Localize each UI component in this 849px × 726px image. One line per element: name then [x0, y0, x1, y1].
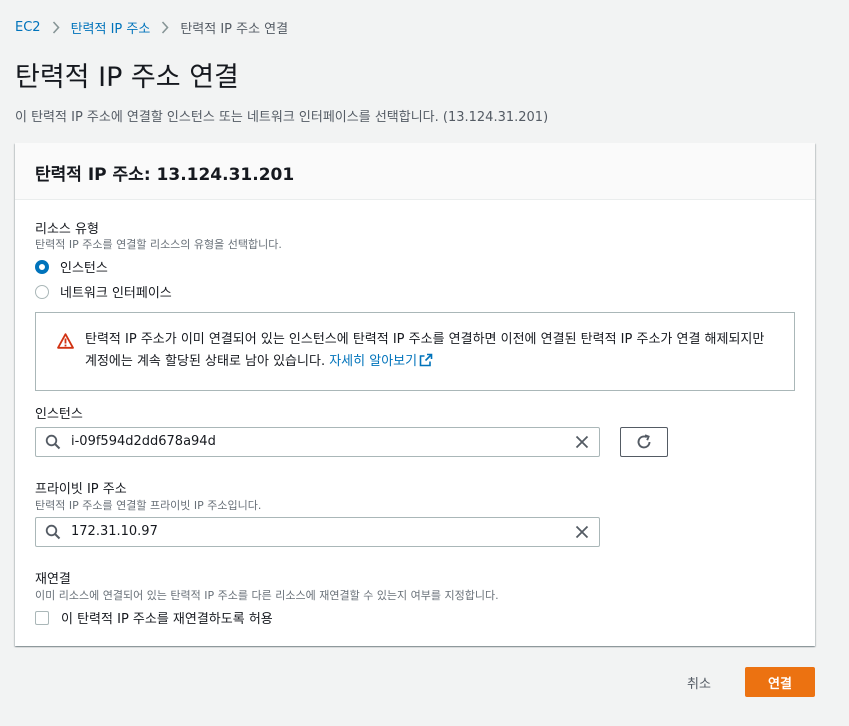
private-ip-value: 172.31.10.97	[71, 524, 158, 539]
clear-icon[interactable]	[575, 435, 589, 449]
associate-button[interactable]: 연결	[745, 667, 815, 697]
radio-network-interface[interactable]: 네트워크 인터페이스	[35, 282, 172, 301]
learn-more-link[interactable]: 자세히 알아보기	[329, 353, 433, 369]
allow-reassociation-checkbox[interactable]	[35, 610, 49, 625]
instance-label: 인스턴스	[35, 407, 83, 422]
resource-type-description: 탄력적 IP 주소를 연결할 리소스의 유형을 선택합니다.	[35, 238, 282, 251]
panel-header: 탄력적 IP 주소: 13.124.31.201	[15, 143, 815, 200]
resource-type-label: 리소스 유형	[35, 222, 99, 237]
instance-search-input[interactable]: i-09f594d2dd678a94d	[35, 427, 600, 457]
breadcrumb-current: 탄력적 IP 주소 연결	[180, 21, 289, 37]
private-ip-search-input[interactable]: 172.31.10.97	[35, 517, 600, 547]
radio-instance-label: 인스턴스	[60, 261, 108, 276]
search-icon	[45, 434, 61, 450]
external-link-icon	[419, 353, 433, 367]
reassociation-description: 이미 리소스에 연결되어 있는 탄력적 IP 주소를 다른 리소스에 재연결할 …	[35, 589, 499, 602]
clear-icon[interactable]	[575, 525, 589, 539]
breadcrumb-elastic-ip[interactable]: 탄력적 IP 주소	[71, 18, 151, 37]
reassociation-label: 재연결	[35, 572, 71, 587]
allow-reassociation-checkbox-row[interactable]: 이 탄력적 IP 주소를 재연결하도록 허용	[35, 608, 273, 627]
radio-selected-icon[interactable]	[35, 259, 49, 274]
page-description: 이 탄력적 IP 주소에 연결할 인스턴스 또는 네트워크 인터페이스를 선택합…	[15, 110, 549, 125]
chevron-right-icon	[52, 20, 60, 34]
radio-network-interface-label: 네트워크 인터페이스	[60, 286, 172, 301]
allow-reassociation-label: 이 탄력적 IP 주소를 재연결하도록 허용	[61, 612, 273, 627]
alert-text: 탄력적 IP 주소가 이미 연결되어 있는 인스턴스에 탄력적 IP 주소를 연…	[85, 329, 775, 373]
search-icon	[45, 524, 61, 540]
private-ip-description: 탄력적 IP 주소를 연결할 프라이빗 IP 주소입니다.	[35, 499, 262, 512]
refresh-button[interactable]	[620, 427, 668, 457]
association-panel: 탄력적 IP 주소: 13.124.31.201 리소스 유형 탄력적 IP 주…	[15, 143, 815, 646]
learn-more-link-label: 자세히 알아보기	[329, 354, 418, 369]
warning-icon	[57, 333, 74, 349]
chevron-right-icon	[161, 20, 169, 34]
refresh-icon	[637, 434, 651, 449]
cancel-button[interactable]: 취소	[667, 667, 731, 697]
page-title: 탄력적 IP 주소 연결	[15, 62, 239, 93]
breadcrumb-ec2[interactable]: EC2	[15, 20, 41, 35]
radio-unselected-icon[interactable]	[35, 284, 49, 299]
breadcrumb: EC2 탄력적 IP 주소 탄력적 IP 주소 연결	[15, 17, 288, 37]
radio-instance[interactable]: 인스턴스	[35, 257, 108, 276]
instance-value: i-09f594d2dd678a94d	[71, 434, 216, 449]
panel-title: 탄력적 IP 주소: 13.124.31.201	[35, 165, 295, 185]
private-ip-label: 프라이빗 IP 주소	[35, 482, 127, 497]
warning-alert: 탄력적 IP 주소가 이미 연결되어 있는 인스턴스에 탄력적 IP 주소를 연…	[35, 312, 795, 391]
